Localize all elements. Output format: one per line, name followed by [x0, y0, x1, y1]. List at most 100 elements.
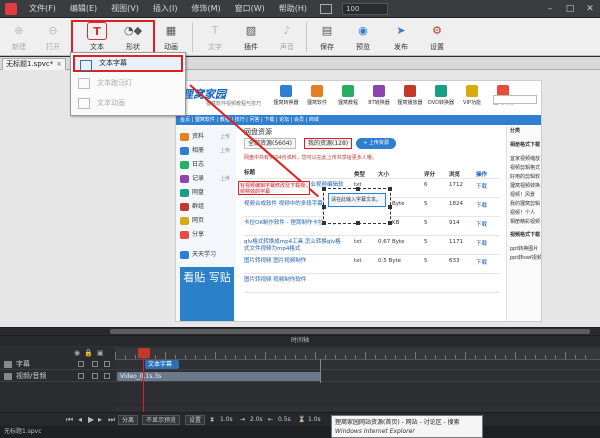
caption-track-icon: [4, 361, 12, 368]
out-value[interactable]: 0.5s: [278, 415, 291, 425]
document-tab-label: 无标题1.spvc*: [6, 60, 54, 68]
menu-window[interactable]: 窗口(W): [228, 0, 272, 18]
new-label: 新建: [12, 43, 26, 51]
bt-icon: [373, 85, 385, 97]
table-row: 图片转视频 视频制作软件: [244, 274, 500, 293]
menu-item-text-caption[interactable]: 文本字幕: [73, 55, 183, 72]
new-button[interactable]: ⊕ 新建: [2, 21, 36, 54]
minimize-icon[interactable]: –: [540, 4, 560, 14]
timeline-settings-button[interactable]: 设置: [185, 415, 206, 425]
resize-handle[interactable]: [322, 221, 326, 225]
outline-icon[interactable]: [104, 373, 110, 379]
table-row: qlv格式转换成mp4工具 怎么转换qlv格式文件视频为mp4格式 txt 0.67…: [244, 236, 500, 255]
text-animation-icon: [78, 98, 90, 109]
visibility-icon[interactable]: [78, 373, 84, 379]
open-label: 打开: [46, 43, 60, 51]
settings-button[interactable]: ⚙ 设置: [420, 21, 454, 54]
publish-icon: ➤: [396, 24, 406, 37]
menu-help[interactable]: 帮助(H): [272, 0, 314, 18]
web-nav-icon: 狸窝软件: [302, 85, 332, 106]
menu-modify[interactable]: 修饰(M): [184, 0, 227, 18]
track-caption[interactable]: 字幕 文本字幕: [0, 359, 600, 370]
video-clip[interactable]: Video_0.1s.3s: [117, 372, 321, 381]
zoom-select[interactable]: 100: [342, 2, 389, 15]
preview-button[interactable]: ◉ 预览: [346, 21, 380, 54]
status-bar: 无标题1.spvc: [0, 426, 600, 438]
menu-insert[interactable]: 插入(I): [146, 0, 185, 18]
split-button[interactable]: 分离: [118, 415, 139, 425]
resize-handle[interactable]: [388, 221, 392, 225]
track-video[interactable]: 视频/音频 Video_0.1s.3s: [0, 371, 600, 382]
web-sidebar: 资料 上传 相册 上传 日志 记录 上传 网盘 群组 网页 分享 天天学习 看贴 写贴: [176, 127, 236, 321]
track-video-label: 视频/音频: [4, 371, 46, 382]
font-icon: T: [211, 24, 219, 37]
timeline-controls: ⏮ ◂ ▶ ▸ ⏭ 分离 不显示预览 设置 ⧗ 1.0s ⇥ 2.0s ⇤ 0.…: [0, 412, 600, 426]
caption-clip[interactable]: 文本字幕: [145, 360, 179, 369]
visibility-icon[interactable]: [78, 361, 84, 367]
caption-text-box[interactable]: 请在此输入字幕文本。: [322, 187, 392, 225]
tutorial-icon: [342, 85, 354, 97]
canvas-hscrollbar[interactable]: [0, 327, 600, 335]
timeline-header-icons: ◉🔒▣: [74, 349, 108, 357]
rewind-icon[interactable]: ⏮: [66, 415, 73, 425]
resize-handle[interactable]: [322, 205, 326, 209]
save-label: 保存: [320, 43, 334, 51]
open-button[interactable]: ⊖ 打开: [36, 21, 70, 54]
resize-handle[interactable]: [356, 187, 360, 191]
publish-button[interactable]: ➤ 发布: [384, 21, 418, 54]
app-logo-icon: [0, 0, 22, 18]
profile-icon: [180, 133, 189, 141]
group-icon: [180, 203, 189, 211]
delay-value[interactable]: 1.0s: [308, 415, 321, 425]
resize-handle[interactable]: [322, 187, 326, 191]
maximize-icon[interactable]: □: [560, 4, 580, 14]
close-icon[interactable]: ✕: [580, 4, 600, 14]
menu-view[interactable]: 视图(V): [104, 0, 146, 18]
animation-button[interactable]: ▦ 动画: [154, 21, 188, 54]
font-button[interactable]: T 文字: [198, 21, 232, 54]
outline-icon[interactable]: [104, 361, 110, 367]
lock-icon[interactable]: [92, 373, 98, 379]
tooltip-title: 狸窝家园网站资源(首页) - 网站 - 讨论区 - 搜索: [335, 419, 460, 426]
text-marquee-icon: [78, 78, 90, 89]
document-tab[interactable]: 无标题1.spvc* ×: [2, 58, 66, 70]
resize-handle[interactable]: [388, 187, 392, 191]
lock-icon[interactable]: [92, 361, 98, 367]
ruler-tick: [215, 352, 216, 359]
plugin-label: 插件: [244, 43, 258, 51]
window-controls: – □ ✕: [540, 4, 600, 14]
menu-item-text-marquee[interactable]: 文本跑马灯: [73, 75, 183, 92]
timeline-empty-area[interactable]: [115, 383, 600, 407]
menu-edit[interactable]: 编辑(E): [63, 0, 104, 18]
resize-handle[interactable]: [356, 221, 360, 225]
next-frame-icon[interactable]: ▸: [98, 415, 102, 424]
screen-icon[interactable]: [320, 3, 333, 14]
preview-label: 预览: [356, 43, 370, 51]
audio-label: 声音: [280, 43, 294, 51]
tooltip-subtitle: Windows Internet Explorer: [335, 428, 415, 435]
web-nav-icon: DVD转换器: [426, 85, 456, 106]
play-icon[interactable]: ▶: [88, 415, 94, 424]
red-text-annotation[interactable]: 有视频编辑字幕修改及下载视频特效的字幕: [238, 181, 310, 195]
save-button[interactable]: ▤ 保存: [310, 21, 344, 54]
close-tab-icon[interactable]: ×: [56, 59, 62, 70]
caption-text[interactable]: 请在此输入字幕文本。: [328, 193, 386, 207]
web-upload-button: + 上传资源: [356, 138, 396, 149]
prev-frame-icon[interactable]: ◂: [78, 415, 82, 424]
ruler-tick: [365, 352, 366, 359]
scroll-thumb[interactable]: [110, 329, 590, 334]
playhead-handle[interactable]: [138, 348, 150, 358]
blog-icon: [180, 161, 189, 169]
fast-forward-icon[interactable]: ⏭: [108, 415, 115, 425]
animation-label: 动画: [164, 43, 178, 51]
hide-preview-button[interactable]: 不显示预览: [142, 415, 181, 425]
menu-item-text-animation[interactable]: 文本动画: [73, 95, 183, 112]
duration-value[interactable]: 1.0s: [220, 415, 233, 425]
audio-button[interactable]: ♪ 声音: [270, 21, 304, 54]
in-value[interactable]: 2.0s: [250, 415, 263, 425]
ruler-tick: [265, 352, 266, 359]
plugin-button[interactable]: ▨ 插件: [234, 21, 268, 54]
resize-handle[interactable]: [388, 205, 392, 209]
text-dropdown-menu: 文本字幕 文本跑马灯 文本动画: [70, 52, 186, 116]
menu-file[interactable]: 文件(F): [22, 0, 63, 18]
